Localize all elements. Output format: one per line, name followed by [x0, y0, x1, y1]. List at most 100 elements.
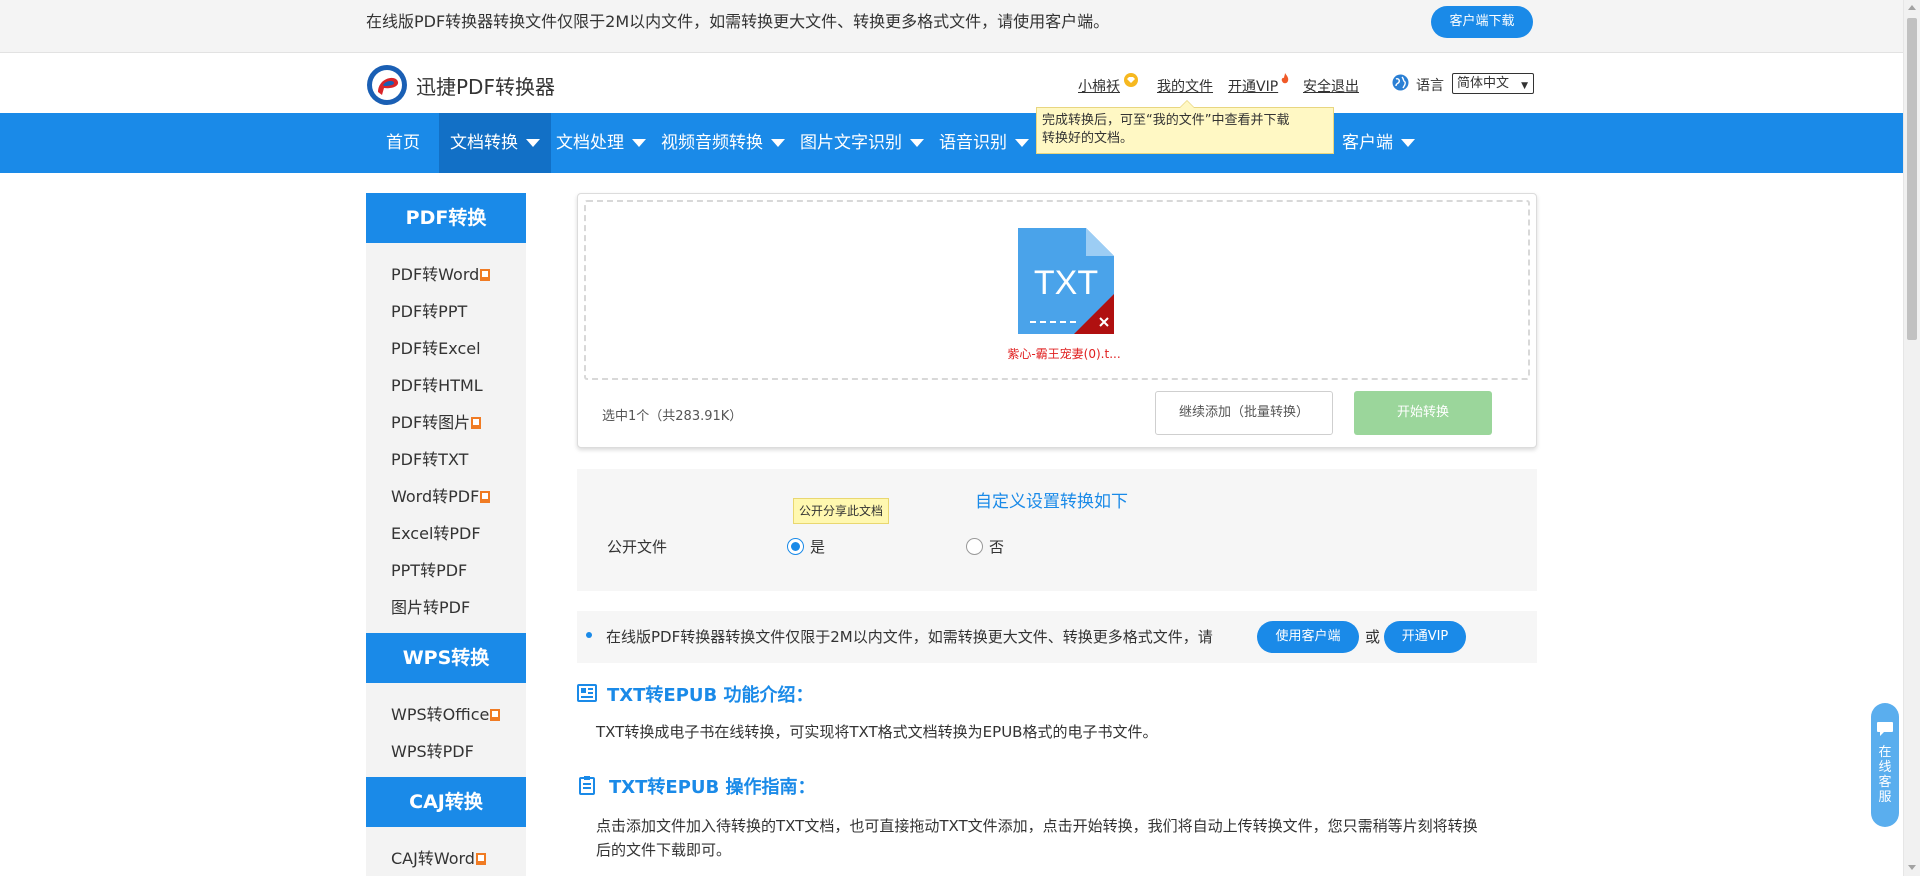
sidebar-item-excel-to-pdf[interactable]: Excel转PDF: [391, 520, 481, 544]
sidebar-item-image-to-pdf[interactable]: 图片转PDF: [391, 594, 470, 618]
caret-down-icon: [771, 139, 785, 147]
sidebar-item-label: PDF转图片: [391, 413, 471, 432]
intro-title: TXT转EPUB 功能介绍：: [607, 685, 814, 706]
nav-item-client[interactable]: 客户端: [1342, 113, 1415, 173]
vip-badge-icon: [490, 709, 501, 721]
intro-body: TXT转换成电子书在线转换，可实现将TXT格式文档转换为EPUB格式的电子书文件…: [596, 723, 1158, 741]
nav-item-label: 文档转换: [450, 133, 518, 153]
language-select[interactable]: 简体中文 ▼: [1452, 73, 1534, 94]
online-service-button[interactable]: 在线客服: [1871, 703, 1899, 827]
radio-label-no: 否: [989, 538, 1005, 556]
public-file-label: 公开文件: [607, 538, 668, 556]
nav-item-label: 客户端: [1342, 133, 1393, 153]
open-vip-text[interactable]: 开通VIP: [1228, 76, 1278, 96]
online-service-label: 在线客服: [1878, 745, 1892, 805]
nav-item-doc-process[interactable]: 文档处理: [556, 113, 646, 173]
notice-text: 在线版PDF转换器转换文件仅限于2M以内文件，如需转换更大文件、转换更多格式文件…: [366, 12, 1110, 31]
info-strip: 在线版PDF转换器转换文件仅限于2M以内文件，如需转换更大文件、转换更多格式文件…: [577, 611, 1537, 663]
sidebar-item-label: 图片转PDF: [391, 598, 471, 617]
add-more-files-button[interactable]: 继续添加（批量转换）: [1155, 391, 1333, 435]
header: 迅捷PDF转换器 小棉袄 我的文件 开通VIP 安全退出 语言 简体中文 ▼: [0, 53, 1903, 113]
sidebar-item-pdf-to-txt[interactable]: PDF转TXT: [391, 446, 468, 470]
nav-item-av-convert[interactable]: 视频音频转换: [661, 113, 785, 173]
scroll-up-icon[interactable]: [1908, 5, 1916, 10]
file-type-label: TXT: [1034, 264, 1098, 302]
share-tip: 公开分享此文档: [793, 498, 890, 524]
scroll-down-icon[interactable]: [1908, 865, 1916, 870]
caret-down-icon: [632, 139, 646, 147]
nav-item-doc-convert[interactable]: 文档转换: [439, 113, 551, 173]
sidebar-item-label: PDF转HTML: [391, 376, 483, 395]
sidebar-item-label: WPS转PDF: [391, 742, 474, 761]
sidebar-item-label: Word转PDF: [391, 487, 480, 506]
my-files-text[interactable]: 我的文件: [1157, 76, 1213, 96]
logo-icon[interactable]: [366, 64, 408, 106]
vip-badge-icon: [480, 269, 491, 281]
caret-down-icon: [526, 139, 540, 147]
nav-item-label: 图片文字识别: [800, 133, 902, 153]
sidebar-item-wps-to-office[interactable]: WPS转Office: [391, 701, 501, 725]
nav-item-label: 语音识别: [939, 133, 1007, 153]
radio-unchecked-icon[interactable]: [966, 538, 983, 555]
globe-icon: [1392, 74, 1409, 91]
use-client-button[interactable]: 使用客户端: [1257, 621, 1359, 653]
selected-info: 选中1个（共283.91K）: [602, 409, 743, 424]
caret-down-icon: [1401, 139, 1415, 147]
sidebar-item-label: CAJ转Word: [391, 849, 475, 868]
chevron-down-icon: ▼: [1521, 81, 1528, 91]
sidebar-item-wps-to-pdf[interactable]: WPS转PDF: [391, 738, 474, 762]
nav-item-home[interactable]: 首页: [386, 113, 420, 173]
sidebar-item-pdf-to-excel[interactable]: PDF转Excel: [391, 335, 481, 359]
tooltip-line-2: 转换好的文档。: [1042, 131, 1134, 146]
settings-panel: 自定义设置转换如下 公开文件 公开分享此文档 是 否: [577, 469, 1537, 591]
sidebar-item-pdf-to-ppt[interactable]: PDF转PPT: [391, 298, 467, 322]
logout-text[interactable]: 安全退出: [1303, 76, 1359, 96]
my-files-tooltip: 完成转换后，可至“我的文件”中查看并下载 转换好的文档。: [1036, 100, 1334, 154]
sidebar-item-caj-to-word[interactable]: CAJ转Word: [391, 845, 486, 869]
sidebar-item-label: PDF转Word: [391, 265, 480, 284]
sidebar-item-label: PDF转PPT: [391, 302, 468, 321]
sidebar-item-label: WPS转Office: [391, 705, 490, 724]
txt-file-icon[interactable]: TXT: [1016, 226, 1116, 336]
logo-text[interactable]: 迅捷PDF转换器: [416, 71, 555, 100]
sidebar-item-ppt-to-pdf[interactable]: PPT转PDF: [391, 557, 467, 581]
tooltip-line-1: 完成转换后，可至“我的文件”中查看并下载: [1042, 113, 1290, 128]
language-value: 简体中文: [1457, 76, 1510, 91]
user-name-text[interactable]: 小棉袄: [1078, 76, 1120, 96]
client-download-button[interactable]: 客户端下载: [1431, 6, 1533, 38]
public-no-radio[interactable]: 否: [966, 536, 1004, 557]
guide-body-line-2: 后的文件下载即可。: [596, 841, 732, 859]
bullet-icon: [586, 632, 592, 638]
vip-badge-icon: [471, 417, 482, 429]
nav-item-speech[interactable]: 语音识别: [939, 113, 1029, 173]
sidebar: PDF转换 PDF转Word PDF转PPT PDF转Excel PDF转HTM…: [366, 193, 526, 876]
sidebar-group-wps: WPS转换: [366, 633, 526, 683]
sidebar-item-pdf-to-word[interactable]: PDF转Word: [391, 261, 491, 285]
diamond-icon: [1124, 73, 1138, 87]
sidebar-item-pdf-to-html[interactable]: PDF转HTML: [391, 372, 483, 396]
guide-title: TXT转EPUB 操作指南：: [609, 777, 816, 798]
vip-badge-icon: [475, 853, 486, 865]
radio-checked-icon[interactable]: [787, 538, 804, 555]
main-nav: 首页 文档转换 文档处理 视频音频转换 图片文字识别 语音识别 客户端: [0, 113, 1903, 173]
start-convert-button[interactable]: 开始转换: [1354, 391, 1492, 435]
sidebar-item-label: PDF转Excel: [391, 339, 481, 358]
open-vip-button[interactable]: 开通VIP: [1384, 621, 1466, 653]
sidebar-item-word-to-pdf[interactable]: Word转PDF: [391, 483, 491, 507]
guide-body: 点击添加文件加入待转换的TXT文档，也可直接拖动TXT文件添加，点击开始转换，我…: [596, 814, 1546, 862]
file-drop-zone[interactable]: TXT 紫心-霸王宠妻(0).t...: [584, 200, 1530, 380]
page-scrollbar[interactable]: [1903, 0, 1920, 876]
info-text: 在线版PDF转换器转换文件仅限于2M以内文件，如需转换更大文件、转换更多格式文件…: [606, 628, 1213, 646]
file-name: 紫心-霸王宠妻(0).t...: [1007, 347, 1121, 361]
public-yes-radio[interactable]: 是: [787, 536, 825, 557]
sidebar-item-label: PDF转TXT: [391, 450, 469, 469]
nav-item-label: 文档处理: [556, 133, 624, 153]
sidebar-item-pdf-to-image[interactable]: PDF转图片: [391, 409, 482, 433]
upload-panel: TXT 紫心-霸王宠妻(0).t... 选中1个（共283.91K） 继续添加（…: [577, 193, 1537, 448]
nav-item-label: 视频音频转换: [661, 133, 763, 153]
nav-item-ocr[interactable]: 图片文字识别: [800, 113, 924, 173]
scrollbar-thumb[interactable]: [1907, 18, 1917, 340]
guide-section-icon: [579, 776, 595, 795]
nav-item-label: 首页: [386, 133, 420, 153]
language-label: 语言: [1416, 78, 1444, 94]
